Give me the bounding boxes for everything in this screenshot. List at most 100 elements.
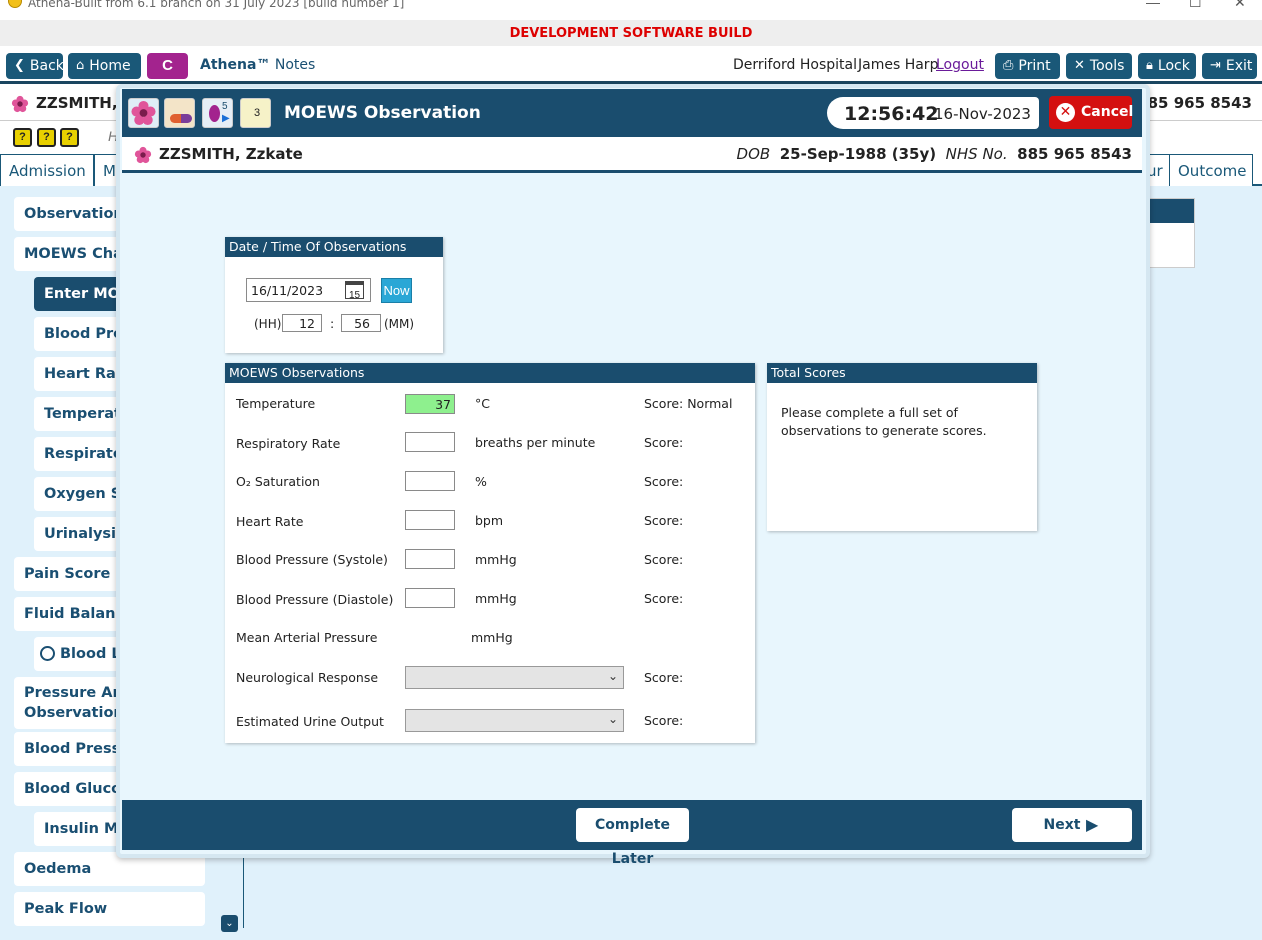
maximize-button[interactable]: ☐: [1189, 0, 1202, 11]
calendar-icon[interactable]: 15: [345, 281, 364, 301]
minimize-button[interactable]: —: [1146, 0, 1160, 10]
observations-panel: MOEWS Observations Temperature 37 °C Sco…: [225, 363, 755, 743]
heart-rate-input[interactable]: [405, 510, 455, 530]
neuro-response-label: Neurological Response: [236, 670, 379, 685]
date-input[interactable]: 16/11/2023 15: [246, 278, 371, 302]
now-button[interactable]: Now: [381, 278, 412, 303]
alert-icon[interactable]: ?: [13, 128, 32, 147]
bp-diastole-unit: mmHg: [475, 591, 517, 606]
icon-badge: 5: [222, 101, 228, 112]
home-icon: ⌂: [76, 58, 85, 73]
total-scores-message: Please complete a full set of observatio…: [781, 405, 987, 438]
logout-link[interactable]: Logout: [936, 57, 984, 73]
nhs-value: 885 965 8543: [1017, 145, 1132, 163]
datetime-panel: Date / Time Of Observations 16/11/2023 1…: [225, 237, 443, 353]
respiratory-rate-score: Score:: [644, 435, 684, 450]
minute-input[interactable]: 56: [341, 314, 381, 332]
respiratory-rate-unit: breaths per minute: [475, 435, 596, 450]
play-icon: ▶: [1086, 815, 1099, 834]
top-navigation: ❮ Back ⌂ Home C Athena™ Notes Derriford Ho…: [0, 46, 1262, 84]
scroll-down-icon[interactable]: ⌄: [221, 915, 238, 932]
temperature-input[interactable]: 37: [405, 394, 455, 414]
urine-output-select[interactable]: ⌄: [405, 709, 624, 732]
o2-saturation-unit: %: [475, 474, 487, 489]
bp-systole-score: Score:: [644, 552, 684, 567]
close-window-button[interactable]: ✕: [1234, 0, 1246, 11]
help-icon[interactable]: ?: [60, 128, 79, 147]
neuro-response-select[interactable]: ⌄: [405, 666, 624, 689]
print-button[interactable]: ⎙ Print: [995, 53, 1060, 79]
flower-icon: [134, 146, 152, 164]
window-title-bar: Athena-Built from 6.1 branch on 31 July …: [0, 0, 1262, 20]
next-label: Next: [1043, 817, 1081, 833]
modal-title: MOEWS Observation: [284, 103, 481, 123]
sidebar-item-label: Observation: [24, 705, 124, 721]
patient-name: ZZSMITH, Zzkate: [159, 145, 303, 163]
map-label: Mean Arterial Pressure: [236, 630, 378, 645]
modal-footer: Complete Later Next ▶: [122, 800, 1142, 867]
flower-tool-icon[interactable]: [128, 98, 159, 128]
tools-icon: ✕: [1074, 58, 1085, 73]
modal-header: 5 ▶ 3 MOEWS Observation 12:56:42 16-Nov-…: [122, 89, 1142, 137]
radio-icon: [40, 646, 55, 661]
bp-systole-input[interactable]: [405, 549, 455, 569]
heart-rate-label: Heart Rate: [236, 514, 304, 529]
lock-button[interactable]: 🔒︎ Lock: [1138, 53, 1196, 79]
temperature-score: Score: Normal: [644, 396, 733, 411]
next-button[interactable]: Next ▶: [1012, 808, 1132, 842]
hour-input[interactable]: 12: [282, 314, 322, 332]
calendar-note-icon[interactable]: 3: [240, 98, 271, 128]
respiratory-rate-input[interactable]: [405, 432, 455, 452]
o2-saturation-input[interactable]: [405, 471, 455, 491]
home-label: Home: [89, 58, 131, 74]
bp-diastole-label: Blood Pressure (Diastole): [236, 592, 394, 607]
o2-saturation-label: O₂ Saturation: [236, 474, 320, 489]
tools-label: Tools: [1089, 58, 1125, 74]
tools-button[interactable]: ✕ Tools: [1066, 53, 1132, 79]
chevron-down-icon: ⌄: [607, 712, 618, 726]
time-separator: :: [330, 316, 335, 331]
medication-icon[interactable]: [164, 98, 195, 128]
pregnancy-icon[interactable]: 5 ▶: [202, 98, 233, 128]
window-title: Athena-Built from 6.1 branch on 31 July …: [28, 0, 405, 10]
printer-icon: ⎙: [1003, 58, 1014, 73]
exit-button[interactable]: ⇥ Exit: [1202, 53, 1257, 79]
bp-systole-label: Blood Pressure (Systole): [236, 552, 388, 567]
brand-name: Athena™: [200, 57, 271, 73]
modal-patient-banner: ZZSMITH, Zzkate DOB 25-Sep-1988 (35y) NH…: [122, 137, 1142, 173]
patient-details: DOB 25-Sep-1988 (35y) NHS No. 885 965 85…: [737, 145, 1132, 163]
clock-time: 12:56:42: [844, 103, 939, 125]
tab-outcome[interactable]: Outcome: [1169, 154, 1253, 186]
bg-patient-nhs: 885 965 8543: [1137, 94, 1252, 112]
mm-label: (MM): [384, 317, 415, 331]
clock-display: 12:56:42 16-Nov-2023: [827, 97, 1039, 129]
total-scores-title: Total Scores: [767, 363, 1037, 383]
user-name: James Harp: [858, 57, 939, 73]
hh-label: (HH): [254, 317, 282, 331]
temperature-unit: °C: [475, 396, 490, 411]
chevron-down-icon: ⌄: [607, 669, 618, 683]
nhs-label: NHS No.: [945, 145, 1008, 163]
flower-icon: [11, 95, 29, 113]
help-icon[interactable]: ?: [37, 128, 56, 147]
back-label: Back: [29, 58, 64, 74]
bp-diastole-input[interactable]: [405, 588, 455, 608]
print-label: Print: [1018, 58, 1051, 74]
back-button[interactable]: ❮ Back: [6, 53, 64, 79]
sidebar-item-peak-flow[interactable]: Peak Flow: [14, 892, 205, 926]
close-circle-icon: ✕: [1056, 103, 1075, 122]
cancel-label: Cancel: [1081, 104, 1134, 120]
exit-label: Exit: [1225, 58, 1253, 74]
home-button[interactable]: ⌂ Home: [68, 53, 141, 79]
complete-later-button[interactable]: Complete Later: [576, 808, 689, 867]
urine-output-label: Estimated Urine Output: [236, 714, 384, 729]
temperature-label: Temperature: [236, 396, 316, 411]
app-brand: Athena™ Notes: [200, 57, 315, 73]
icon-badge: 3: [254, 107, 261, 119]
c-button[interactable]: C: [147, 53, 188, 79]
o2-saturation-score: Score:: [644, 474, 684, 489]
tab-admission[interactable]: Admission: [0, 154, 94, 186]
lock-icon: 🔒︎: [1146, 58, 1153, 73]
exit-icon: ⇥: [1210, 58, 1221, 73]
cancel-button[interactable]: ✕ Cancel: [1049, 96, 1134, 129]
